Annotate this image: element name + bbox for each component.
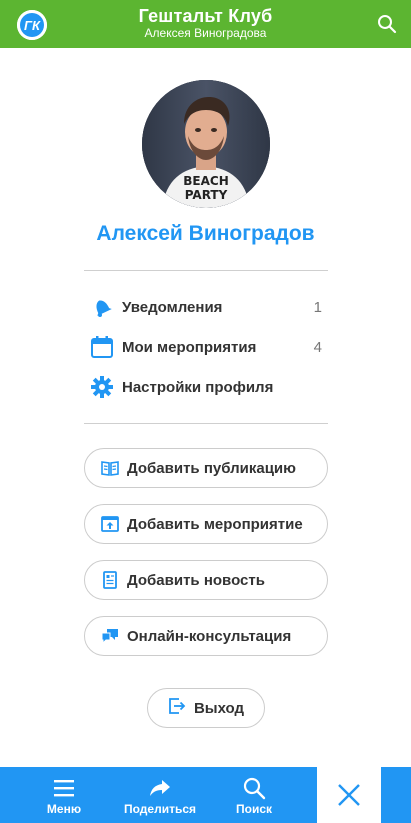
search-icon: [243, 777, 266, 800]
logout-button[interactable]: Выход: [147, 688, 265, 728]
divider: [84, 270, 328, 271]
add-publication-button[interactable]: Добавить публикацию: [84, 448, 328, 488]
notifications-label: Уведомления: [122, 298, 223, 316]
notifications-count: 1: [313, 298, 322, 316]
my-events-label: Мои мероприятия: [122, 338, 257, 356]
svg-text:BEACH: BEACH: [183, 174, 228, 188]
profile-settings-item[interactable]: Настройки профиля: [90, 372, 322, 402]
nav-search-label: Поиск: [235, 802, 272, 816]
avatar[interactable]: BEACH PARTY: [142, 80, 270, 208]
nav-share-button[interactable]: Поделиться: [120, 767, 200, 823]
gear-icon: [90, 375, 114, 399]
close-menu-button[interactable]: [317, 767, 381, 823]
document-icon: [101, 571, 119, 589]
chat-icon: [101, 627, 119, 645]
nav-share-label: Поделиться: [123, 802, 197, 816]
hamburger-icon: [54, 780, 74, 797]
svg-text:PARTY: PARTY: [185, 188, 228, 202]
online-consultation-label: Онлайн-консультация: [127, 627, 292, 645]
add-news-label: Добавить новость: [127, 571, 265, 589]
profile-settings-label: Настройки профиля: [122, 378, 274, 396]
upload-screen-icon: [101, 515, 119, 533]
profile-name: Алексей Виноградов: [96, 222, 315, 245]
nav-menu-label: Меню: [46, 802, 82, 816]
add-news-button[interactable]: Добавить новость: [84, 560, 328, 600]
book-icon: [101, 459, 119, 477]
divider: [84, 423, 328, 424]
nav-menu-button[interactable]: Меню: [24, 767, 104, 823]
online-consultation-button[interactable]: Онлайн-консультация: [84, 616, 328, 656]
share-arrow-icon: [150, 780, 170, 796]
logout-label: Выход: [193, 699, 245, 717]
my-events-item[interactable]: Мои мероприятия 4: [90, 332, 322, 362]
add-event-label: Добавить мероприятие: [127, 515, 303, 533]
bottom-nav: Меню Поделиться Поиск: [0, 767, 317, 823]
nav-search-button[interactable]: Поиск: [214, 767, 294, 823]
bell-icon: [90, 295, 114, 319]
notifications-item[interactable]: Уведомления 1: [90, 292, 322, 322]
calendar-icon: [90, 335, 114, 359]
add-event-button[interactable]: Добавить мероприятие: [84, 504, 328, 544]
app-subtitle: Алексея Виноградова: [144, 26, 267, 40]
my-events-count: 4: [313, 338, 322, 356]
add-publication-label: Добавить публикацию: [127, 459, 296, 477]
nav-edge-strip: [381, 767, 411, 823]
close-icon: [338, 784, 360, 806]
search-icon[interactable]: [377, 14, 397, 34]
logout-icon: [168, 697, 186, 720]
app-header: ГК Гештальт Клуб Алексея Виноградова: [0, 0, 411, 48]
header-titles: Гештальт Клуб Алексея Виноградова: [0, 6, 411, 40]
app-title: Гештальт Клуб: [138, 6, 273, 26]
